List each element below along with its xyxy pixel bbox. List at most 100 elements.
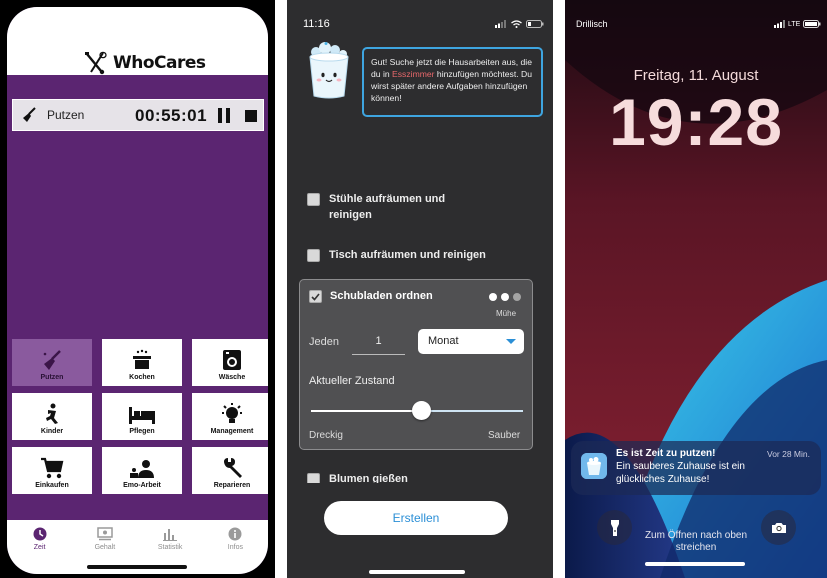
home-indicator[interactable] — [87, 565, 187, 569]
category-tile-putzen[interactable]: Putzen — [12, 339, 92, 386]
state-slider-fill — [311, 410, 422, 412]
notification-title: Es ist Zeit zu putzen! — [616, 448, 716, 459]
mascot-speech-bubble: Gut! Suche jetzt die Hausarbeiten aus, d… — [362, 47, 543, 117]
category-tile-reparieren[interactable]: Reparieren — [192, 447, 268, 494]
status-time: 11:16 — [303, 18, 330, 30]
chevron-down-icon — [506, 339, 516, 344]
lock-screen: Drillisch LTE Freitag, 11. August 19:28 … — [565, 0, 827, 578]
category-label: Kochen — [129, 374, 155, 381]
category-label: Pflegen — [129, 428, 155, 435]
effort-dot — [489, 293, 497, 301]
mascot-app-icon — [581, 453, 607, 479]
task-row[interactable]: Blumen gießen — [307, 471, 408, 483]
notification-body: Ein sauberes Zuhause ist ein glückliches… — [616, 461, 745, 485]
logo-icon — [85, 51, 107, 75]
wrench-icon — [224, 458, 242, 478]
tab-zeit[interactable]: Zeit — [12, 527, 67, 574]
pause-icon[interactable] — [218, 108, 230, 123]
app-icon — [581, 453, 607, 479]
task-checkbox[interactable] — [307, 473, 320, 483]
notification-card[interactable]: Es ist Zeit zu putzen! Vor 28 Min. Ein s… — [571, 441, 821, 495]
effort-dot — [513, 293, 521, 301]
camera-button[interactable] — [761, 510, 796, 545]
timer-elapsed: 00:55:01 — [135, 106, 208, 125]
category-tile-management[interactable]: Management — [192, 393, 268, 440]
lock-date: Freitag, 11. August — [633, 67, 759, 84]
check-icon — [311, 292, 320, 301]
mascot-bucket-icon — [309, 42, 349, 99]
frequency-number-input[interactable]: 1 — [352, 330, 405, 355]
category-label: Management — [210, 428, 254, 435]
task-checkbox[interactable] — [307, 249, 320, 262]
people-icon — [130, 460, 154, 478]
tab-label: Infos — [227, 544, 243, 551]
flashlight-button[interactable] — [597, 510, 632, 545]
effort-dot — [501, 293, 509, 301]
signal-icon — [774, 20, 785, 28]
battery-icon — [526, 20, 544, 28]
child-icon — [46, 403, 58, 424]
wifi-icon — [511, 20, 522, 28]
category-label: Putzen — [40, 374, 64, 381]
task-checkbox-checked[interactable] — [309, 290, 322, 303]
app-logo: WhoCares — [83, 51, 206, 75]
tab-infos[interactable]: Infos — [208, 527, 263, 574]
category-label: Einkaufen — [35, 482, 69, 489]
tab-label: Zeit — [33, 544, 46, 551]
money-icon — [97, 527, 113, 541]
stop-icon[interactable] — [245, 110, 257, 122]
signal-icon — [495, 20, 506, 28]
category-tile-emo-arbeit[interactable]: Emo-Arbeit — [102, 447, 182, 494]
tab-label: Statistik — [157, 544, 183, 551]
state-min-label: Dreckig — [309, 430, 343, 441]
home-indicator[interactable] — [645, 562, 745, 566]
home-indicator[interactable] — [369, 570, 465, 574]
bed-icon — [129, 407, 155, 424]
notification-age: Vor 28 Min. — [767, 449, 810, 459]
status-icons — [495, 20, 544, 28]
task-row[interactable]: Tisch aufräumen und reinigen — [307, 247, 486, 263]
task-checkbox[interactable] — [307, 193, 320, 206]
effort-label: Mühe — [496, 309, 517, 318]
category-label: Wäsche — [218, 374, 246, 381]
active-timer-bar[interactable]: Putzen 00:55:01 — [12, 99, 264, 131]
flashlight-icon — [610, 519, 619, 536]
broom-icon — [23, 107, 36, 122]
category-tile-kochen[interactable]: Kochen — [102, 339, 182, 386]
room-highlight: Esszimmer — [392, 69, 435, 79]
category-grid: Putzen Kochen Wäsche Kinder Pflegen Mana… — [12, 339, 268, 494]
category-tile-waesche[interactable]: Wäsche — [192, 339, 268, 386]
swipe-hint: Zum Öffnen nach oben streichen — [644, 530, 748, 553]
category-tile-pflegen[interactable]: Pflegen — [102, 393, 182, 440]
status-icons: LTE — [774, 20, 821, 28]
state-slider-thumb[interactable] — [411, 401, 431, 420]
category-label: Kinder — [40, 428, 64, 435]
category-label: Emo-Arbeit — [123, 482, 161, 489]
create-button[interactable]: Erstellen — [324, 501, 508, 535]
category-tile-einkaufen[interactable]: Einkaufen — [12, 447, 92, 494]
task-row[interactable]: Stühle aufräumen und reinigen — [307, 191, 469, 223]
cooking-pot-icon — [133, 349, 151, 369]
info-icon — [228, 527, 242, 541]
washing-machine-icon — [223, 350, 241, 370]
category-tile-kinder[interactable]: Kinder — [12, 393, 92, 440]
lock-time: 19:28 — [609, 85, 783, 159]
state-max-label: Sauber — [488, 430, 521, 441]
lightbulb-icon — [222, 403, 242, 423]
period-select-value: Monat — [428, 335, 459, 347]
camera-icon — [771, 522, 786, 533]
carrier-name: Drillisch — [576, 19, 608, 29]
task-label: Stühle aufräumen und reinigen — [329, 193, 446, 221]
cart-icon — [41, 457, 64, 479]
state-label: Aktueller Zustand — [309, 375, 395, 387]
task-label: Blumen gießen — [329, 473, 408, 483]
chart-icon — [163, 529, 178, 541]
whocares-app-screen: WhoCares Putzen 00:55:01 Putzen Kochen W… — [0, 0, 275, 578]
network-type: LTE — [788, 20, 801, 28]
frequency-label: Jeden — [309, 336, 339, 348]
period-select[interactable]: Monat — [418, 329, 524, 354]
app-screen: WhoCares Putzen 00:55:01 Putzen Kochen W… — [7, 7, 268, 574]
tab-label: Gehalt — [94, 544, 116, 551]
selected-task-card: Schubladen ordnen Mühe Jeden 1 Monat Akt… — [299, 279, 533, 450]
broom-icon — [43, 350, 61, 370]
